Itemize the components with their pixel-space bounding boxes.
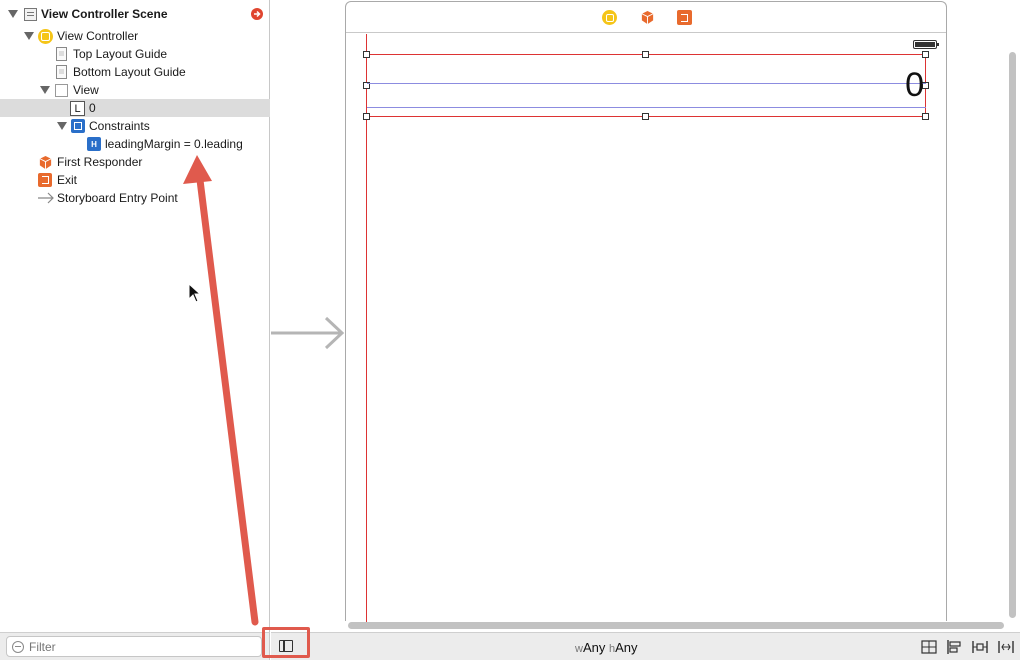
size-class-selector[interactable]: wAny hAny [575, 640, 638, 655]
align-icon[interactable] [946, 640, 962, 654]
resize-handle-bottom-right[interactable] [922, 113, 929, 120]
disclosure-triangle-icon[interactable] [8, 10, 18, 18]
outline-item-first-responder[interactable]: First Responder [0, 153, 270, 171]
outline-item-label: 0 [89, 101, 96, 115]
outline-item-label: Storyboard Entry Point [57, 191, 178, 205]
pin-icon[interactable] [972, 640, 988, 654]
resize-handle-bottom[interactable] [642, 113, 649, 120]
exit-icon [38, 173, 52, 187]
filter-field[interactable] [6, 636, 262, 657]
label-icon: L [70, 101, 85, 116]
vertical-scroll-thumb[interactable] [1009, 52, 1016, 618]
resize-handle-top[interactable] [642, 51, 649, 58]
horizontal-scrollbar[interactable] [346, 620, 1006, 630]
filter-input[interactable] [29, 639, 249, 654]
label-text[interactable]: 0 [905, 65, 924, 105]
outline-item-exit[interactable]: Exit [0, 171, 270, 189]
outline-item-leading-margin-constraint[interactable]: H leadingMargin = 0.leading [0, 135, 270, 153]
outline-item-label: First Responder [57, 155, 143, 169]
mouse-pointer-icon [188, 283, 202, 303]
label-bottom-guide [367, 107, 926, 108]
constraint-icon: H [87, 137, 101, 151]
first-responder-icon[interactable] [640, 10, 655, 25]
size-class-w-prefix: w [575, 643, 583, 655]
exit-icon[interactable] [677, 10, 692, 25]
horizontal-scroll-thumb[interactable] [348, 622, 1004, 629]
annotation-highlight-box [262, 627, 310, 658]
outline-item-label: View Controller [57, 29, 139, 43]
resize-handle-bottom-left[interactable] [363, 113, 370, 120]
document-outline: View Controller Scene View Controller To… [0, 0, 270, 632]
outline-item-label: View Controller Scene [41, 7, 168, 21]
filter-icon [12, 640, 24, 653]
outline-item-label: Exit [57, 173, 78, 187]
size-class-w-value: Any [582, 640, 606, 655]
label-top-guide [367, 83, 926, 84]
outline-item-constraints[interactable]: Constraints [0, 117, 270, 135]
view-controller-icon[interactable] [602, 10, 617, 25]
storyboard-scene-icon [24, 8, 37, 21]
leading-margin-constraint-line[interactable] [366, 34, 367, 622]
warning-arrow-icon[interactable] [251, 8, 263, 20]
outline-item-view[interactable]: View [0, 81, 270, 99]
outline-filter-bar [0, 632, 270, 660]
outline-item-label: View [73, 83, 99, 97]
resize-handle-top-right[interactable] [922, 51, 929, 58]
view-controller-scene-frame[interactable]: 0 [345, 1, 947, 622]
disclosure-triangle-icon[interactable] [57, 122, 67, 130]
outline-item-top-layout-guide[interactable]: Top Layout Guide [0, 45, 270, 63]
outline-item-bottom-layout-guide[interactable]: Bottom Layout Guide [0, 63, 270, 81]
embed-in-stack-icon[interactable] [921, 640, 937, 654]
outline-item-label: Top Layout Guide [73, 47, 168, 61]
storyboard-entry-point-arrow[interactable] [271, 313, 346, 353]
outline-item-label: Constraints [89, 119, 150, 133]
size-class-h-value: Any [615, 640, 638, 655]
canvas-bottom-bar: wAny hAny [271, 632, 1020, 660]
scene-dock [346, 2, 946, 33]
outline-item-view-controller-scene[interactable]: View Controller Scene [0, 5, 270, 23]
layout-guide-icon [56, 47, 67, 61]
outline-item-label: leadingMargin = 0.leading [105, 137, 243, 151]
outline-item-view-controller[interactable]: View Controller [0, 27, 270, 45]
entry-point-arrow-icon [38, 192, 54, 204]
resize-handle-top-left[interactable] [363, 51, 370, 58]
resolve-auto-layout-issues-icon[interactable] [998, 640, 1014, 654]
battery-icon [913, 40, 939, 49]
first-responder-icon [39, 155, 52, 170]
view-controller-icon [38, 29, 53, 44]
outline-item-label-0[interactable]: L 0 [0, 99, 270, 117]
storyboard-canvas[interactable]: 0 [271, 0, 1020, 632]
layout-guide-icon [56, 65, 67, 79]
disclosure-triangle-icon[interactable] [24, 32, 34, 40]
disclosure-triangle-icon[interactable] [40, 86, 50, 94]
constraints-icon [71, 119, 85, 133]
outline-item-storyboard-entry-point[interactable]: Storyboard Entry Point [0, 189, 270, 207]
view-icon [55, 84, 68, 97]
outline-item-label: Bottom Layout Guide [73, 65, 186, 79]
